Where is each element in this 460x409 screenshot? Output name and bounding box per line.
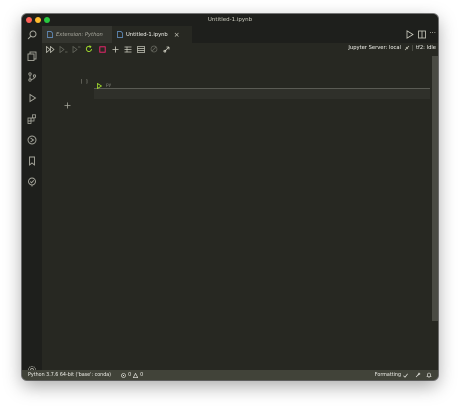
run-cell-icon[interactable] [97,83,102,89]
remote-explorer-icon[interactable] [26,134,38,146]
window-title: Untitled-1.ipynb [207,17,253,23]
add-cell-above-icon[interactable] [64,102,71,109]
testing-icon[interactable] [26,176,38,188]
source-control-icon[interactable] [26,71,38,83]
kernel-status[interactable]: tf2: Idle [411,45,436,51]
notebook-editor: [ ] py [42,56,438,370]
notebook-toolbar: Jupyter Server: local tf2: Idle [42,43,438,57]
notifications-bell-icon[interactable] [426,372,432,378]
plug-icon [404,45,410,51]
title-bar: Untitled-1.ipynb [22,14,438,26]
extensions-icon[interactable] [26,113,38,125]
activity-bar [22,26,42,375]
formatting-label: Formatting [374,372,401,378]
tab-extension-python[interactable]: Extension: Python [42,26,112,43]
cell-body[interactable] [94,89,430,99]
close-window-button[interactable] [26,17,32,23]
clear-outputs-icon[interactable] [149,44,159,54]
jupyter-server-status[interactable]: Jupyter Server: local [348,45,410,51]
warning-count: 0 [140,372,144,378]
run-all-icon[interactable] [45,44,55,54]
variables-icon[interactable] [123,44,133,54]
run-above-icon[interactable] [58,44,68,54]
explorer-icon[interactable] [26,50,38,62]
tab-label: Untitled-1.ipynb [126,31,168,38]
minimize-window-button[interactable] [35,17,41,23]
export-icon[interactable] [162,44,172,54]
maximize-window-button[interactable] [44,17,50,23]
close-tab-icon[interactable]: × [174,31,180,39]
execution-count: [ ] [80,80,89,85]
tab-untitled-notebook[interactable]: Untitled-1.ipynb × [112,26,192,43]
outline-icon[interactable] [136,44,146,54]
warning-icon [133,372,139,378]
search-icon[interactable] [26,29,38,41]
cell-language: py [106,82,112,87]
status-bar: Python 3.7.6 64-bit ('base': conda) 0 0 … [22,370,438,380]
formatting-status[interactable]: Formatting [375,373,408,378]
restart-kernel-icon[interactable] [84,44,94,54]
error-count: 0 [128,372,132,378]
run-debug-icon[interactable] [26,92,38,104]
notebook-file-icon [117,31,123,38]
vertical-scrollbar[interactable] [432,56,438,321]
more-actions-icon[interactable]: ··· [429,29,436,37]
file-icon [47,31,53,38]
error-icon [121,372,126,378]
bookmark-icon[interactable] [26,155,38,167]
run-file-icon[interactable] [406,30,414,39]
editor-tab-bar: Extension: Python Untitled-1.ipynb × ··· [42,26,438,43]
vscode-window: Untitled-1.ipynb Extension: Python Untit… [22,14,438,380]
python-interpreter[interactable]: Python 3.7.6 64-bit ('base': conda) [28,373,111,378]
jupyter-server-label: Jupyter Server: local [348,45,401,51]
code-cell[interactable]: [ ] py [74,78,430,99]
add-cell-icon[interactable] [110,44,120,54]
tab-label: Extension: Python [56,31,103,38]
split-editor-icon[interactable] [418,30,426,39]
check-icon [403,373,408,378]
interrupt-kernel-icon[interactable] [97,44,107,54]
feedback-icon[interactable] [415,372,421,378]
problems-indicator[interactable]: 0 0 [121,372,144,378]
run-below-icon[interactable] [71,44,81,54]
